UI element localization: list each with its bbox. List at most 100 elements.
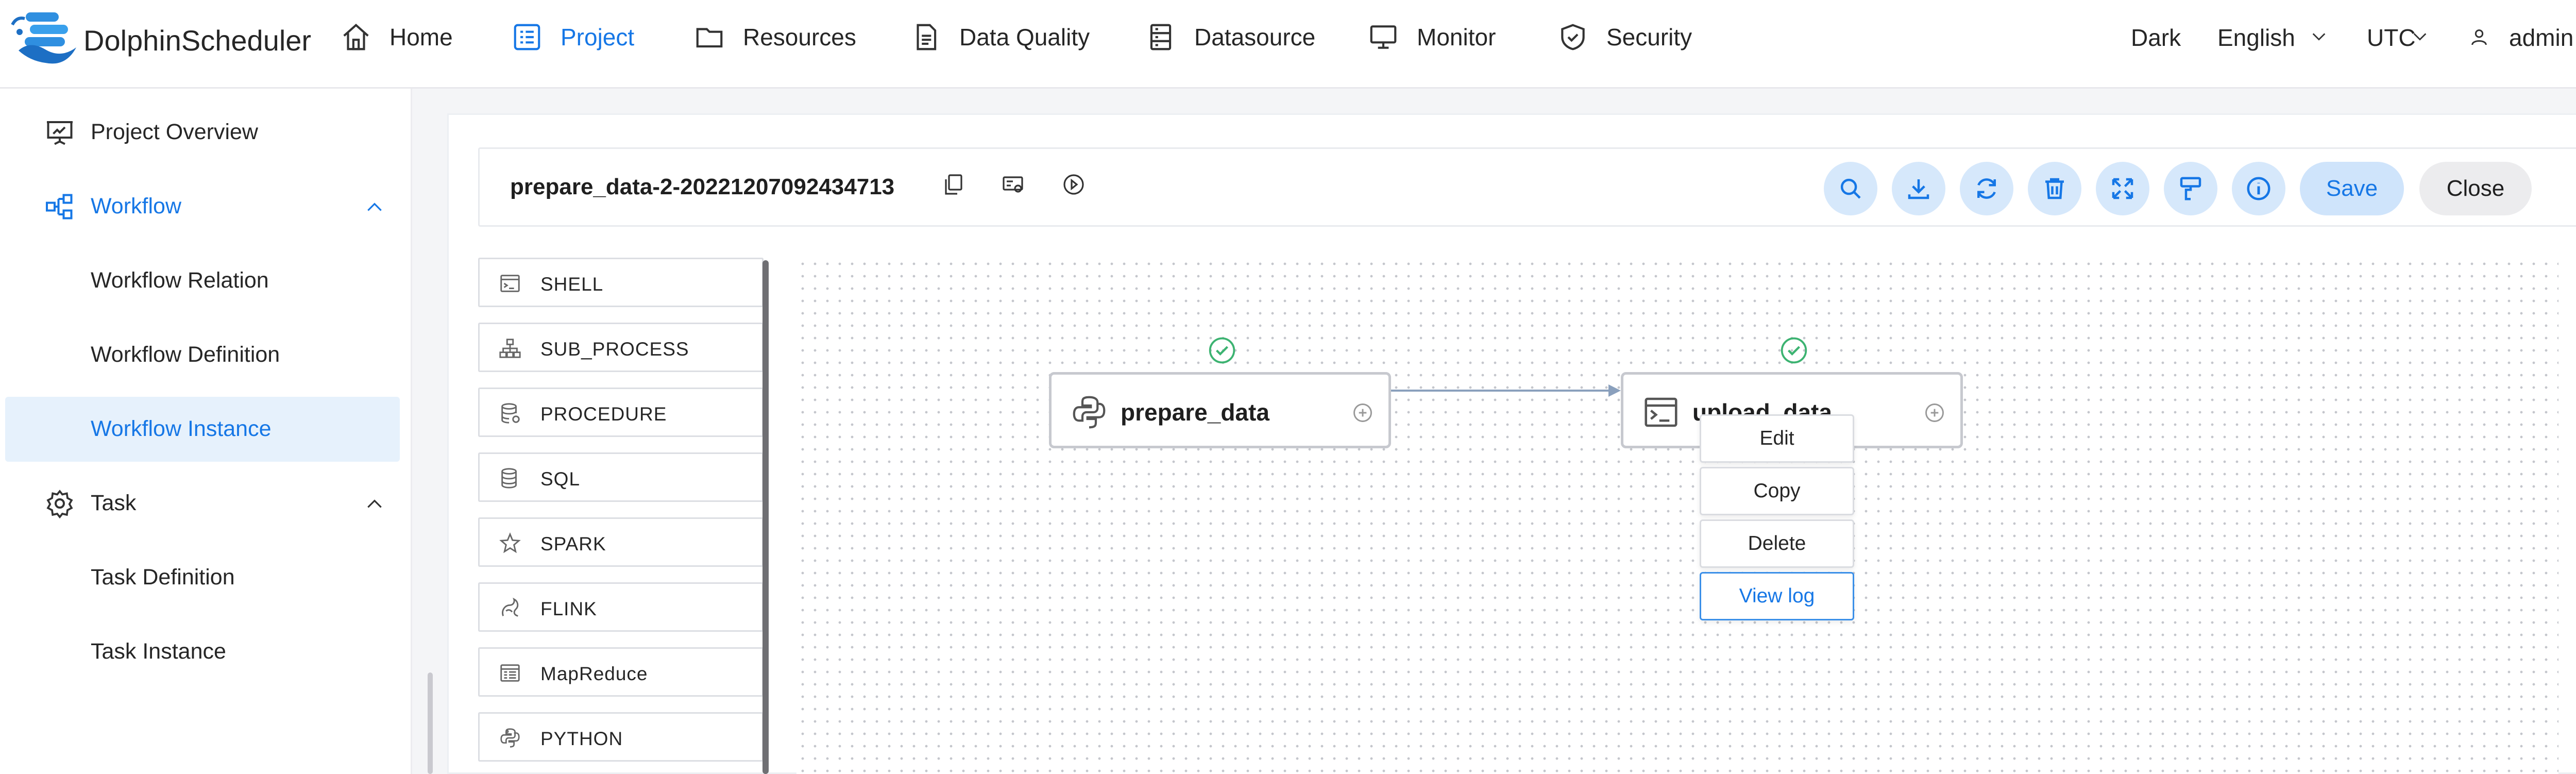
nav-home[interactable]: Home xyxy=(340,21,453,54)
sidebar-item-workflow-instance[interactable]: Workflow Instance xyxy=(5,397,400,462)
terminal-icon xyxy=(500,275,520,292)
startup-params-icon[interactable] xyxy=(1061,172,1086,197)
delete-button[interactable] xyxy=(2028,162,2081,215)
sidebar-item-task-definition[interactable]: Task Definition xyxy=(5,545,400,610)
folder-icon xyxy=(696,28,723,48)
database-icon xyxy=(1150,24,1172,51)
sidebar-item-task[interactable]: Task xyxy=(5,471,400,536)
download-button[interactable] xyxy=(1892,162,1945,215)
user-menu[interactable]: admin xyxy=(2509,24,2573,52)
star-icon xyxy=(499,532,521,553)
dag-canvas[interactable] xyxy=(796,258,2558,774)
language-select[interactable]: English xyxy=(2217,24,2295,52)
nav-monitor[interactable]: Monitor xyxy=(1367,21,1496,54)
context-menu-view-log[interactable]: View log xyxy=(1700,572,1854,620)
theme-toggle[interactable]: Dark xyxy=(2131,24,2181,52)
info-button[interactable] xyxy=(2232,162,2285,215)
success-check-icon xyxy=(1209,337,1235,364)
task-palette: SHELL SUB_PROCESS PROCEDURE SQL SPARK FL… xyxy=(478,258,768,774)
palette-item-label: SHELL xyxy=(540,274,604,295)
mapreduce-icon xyxy=(500,664,520,682)
presentation-icon xyxy=(47,121,73,145)
palette-item-spark[interactable]: SPARK xyxy=(478,517,764,567)
top-navbar: DolphinScheduler Home Project Resources … xyxy=(0,0,2576,89)
copy-icon[interactable] xyxy=(941,172,965,197)
nav-resources-label: Resources xyxy=(743,24,856,51)
nav-data-quality[interactable]: Data Quality xyxy=(910,21,1090,54)
add-circle-icon[interactable] xyxy=(1351,401,1374,424)
brand-name: DolphinScheduler xyxy=(83,24,312,57)
palette-item-sql[interactable]: SQL xyxy=(478,452,764,502)
variables-icon[interactable] xyxy=(1001,172,1025,197)
workflow-icon xyxy=(46,194,73,220)
save-button[interactable]: Save xyxy=(2300,162,2404,215)
sidebar-item-task-instance[interactable]: Task Instance xyxy=(5,619,400,684)
search-icon xyxy=(1840,178,1861,199)
chevron-up-icon[interactable] xyxy=(365,494,384,514)
palette-item-python[interactable]: PYTHON xyxy=(478,712,764,762)
sidebar-item-label: Task Instance xyxy=(91,639,226,664)
palette-item-label: PYTHON xyxy=(540,728,623,749)
monitor-icon xyxy=(1370,25,1397,49)
nav-data-quality-label: Data Quality xyxy=(959,24,1090,51)
chevron-up-icon[interactable] xyxy=(365,197,384,217)
context-menu-delete[interactable]: Delete xyxy=(1700,519,1854,568)
palette-item-label: SUB_PROCESS xyxy=(540,339,689,360)
nav-security-label: Security xyxy=(1606,24,1692,51)
nav-home-label: Home xyxy=(389,24,453,51)
format-button[interactable] xyxy=(2164,162,2217,215)
palette-item-label: SQL xyxy=(540,468,581,490)
nav-security[interactable]: Security xyxy=(1557,21,1692,54)
sidebar-scrollbar[interactable] xyxy=(428,672,433,774)
sidebar-item-label: Workflow xyxy=(91,194,182,218)
palette-item-sub-process[interactable]: SUB_PROCESS xyxy=(478,323,764,372)
palette-item-label: MapReduce xyxy=(540,663,648,684)
project-icon xyxy=(514,24,540,51)
python-icon xyxy=(1073,396,1106,429)
palette-item-label: FLINK xyxy=(540,598,597,619)
dag-node-prepare-data[interactable]: prepare_data xyxy=(1049,372,1391,448)
sidebar-item-workflow-definition[interactable]: Workflow Definition xyxy=(5,323,400,388)
palette-scrollbar[interactable] xyxy=(762,260,769,774)
python-icon xyxy=(500,728,520,748)
nav-project[interactable]: Project xyxy=(511,21,634,54)
user-icon[interactable] xyxy=(2469,27,2489,47)
shield-icon xyxy=(1561,24,1585,51)
refresh-icon xyxy=(1977,178,1996,199)
success-check-icon xyxy=(1781,337,1807,364)
trash-icon xyxy=(2045,178,2064,199)
add-circle-icon[interactable] xyxy=(1923,401,1946,424)
context-menu-edit[interactable]: Edit xyxy=(1700,414,1854,463)
palette-item-mapreduce[interactable]: MapReduce xyxy=(478,647,764,697)
search-button[interactable] xyxy=(1824,162,1877,215)
timezone-select[interactable]: UTC xyxy=(2367,24,2416,52)
sidebar-item-project-overview[interactable]: Project Overview xyxy=(5,100,400,165)
flink-icon xyxy=(502,597,519,617)
sidebar-item-label: Task Definition xyxy=(91,565,235,590)
terminal-icon xyxy=(1645,397,1677,427)
refresh-button[interactable] xyxy=(1960,162,2013,215)
palette-item-label: PROCEDURE xyxy=(540,403,667,425)
home-icon xyxy=(343,23,369,51)
dolphin-logo-icon[interactable] xyxy=(9,9,81,71)
nav-datasource[interactable]: Datasource xyxy=(1145,21,1315,54)
download-icon xyxy=(1908,179,1929,199)
palette-item-flink[interactable]: FLINK xyxy=(478,582,764,632)
context-menu-copy[interactable]: Copy xyxy=(1700,467,1854,515)
palette-item-shell[interactable]: SHELL xyxy=(478,258,764,307)
palette-item-label: SPARK xyxy=(540,533,606,554)
fullscreen-button[interactable] xyxy=(2096,162,2149,215)
document-icon xyxy=(917,24,937,51)
sidebar-item-workflow[interactable]: Workflow xyxy=(5,174,400,239)
nav-monitor-label: Monitor xyxy=(1417,24,1496,51)
timezone-chevron-down-icon[interactable] xyxy=(2411,28,2429,45)
nav-resources[interactable]: Resources xyxy=(693,21,856,54)
database-icon xyxy=(501,468,517,489)
info-icon xyxy=(2247,177,2270,200)
sidebar-item-label: Task xyxy=(91,491,137,515)
palette-item-procedure[interactable]: PROCEDURE xyxy=(478,388,764,437)
workflow-title: prepare_data-2-20221207092434713 xyxy=(510,174,895,199)
sidebar-item-workflow-relation[interactable]: Workflow Relation xyxy=(5,248,400,313)
close-button[interactable]: Close xyxy=(2419,162,2532,215)
language-chevron-down-icon[interactable] xyxy=(2310,28,2328,45)
